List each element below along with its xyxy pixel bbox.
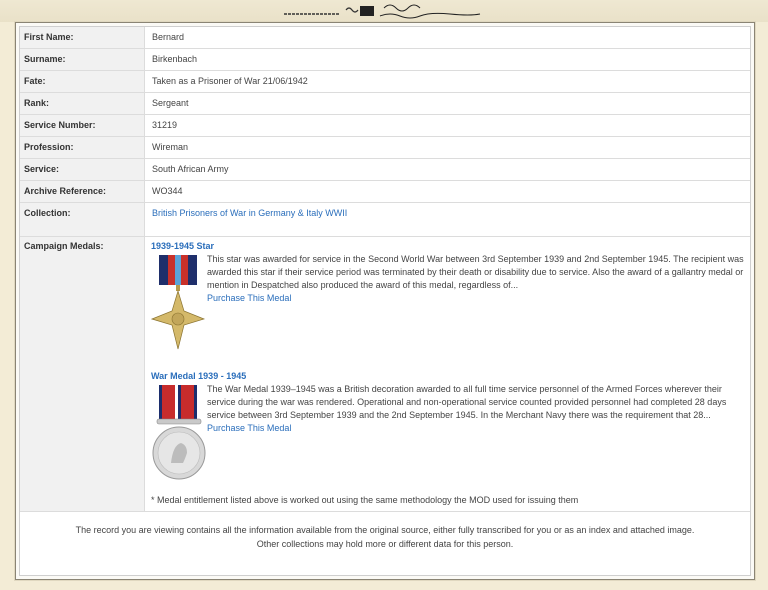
- medal-description: The War Medal 1939–1945 was a British de…: [207, 384, 727, 420]
- collection-link[interactable]: British Prisoners of War in Germany & It…: [152, 208, 347, 218]
- row-label: Collection:: [20, 203, 145, 236]
- row-value: Sergeant: [152, 98, 189, 108]
- row-value: Wireman: [152, 142, 189, 152]
- medal-title-link[interactable]: 1939-1945 Star: [151, 241, 750, 251]
- medal-entry-war-medal: War Medal 1939 - 1945 The War Medal 1939…: [151, 371, 750, 485]
- footer-line-2: Other collections may hold more or diffe…: [256, 539, 514, 549]
- purchase-medal-link[interactable]: Purchase This Medal: [207, 423, 291, 433]
- row-service-number: Service Number: 31219: [20, 115, 750, 137]
- medal-entry-1939-1945-star: 1939-1945 Star This star was awarded for…: [150, 241, 750, 371]
- medals-content: 1939-1945 Star This star was awarded for…: [145, 237, 750, 511]
- row-archive-reference: Archive Reference: WO344: [20, 181, 750, 203]
- medal-description: This star was awarded for service in the…: [207, 254, 744, 290]
- row-label: Service:: [20, 159, 145, 180]
- row-label: First Name:: [20, 27, 145, 48]
- row-value: British Prisoners of War in Germany & It…: [145, 203, 347, 236]
- row-label: Campaign Medals:: [20, 237, 145, 511]
- row-label: Surname:: [20, 49, 145, 70]
- row-label: Service Number:: [20, 115, 145, 136]
- record-frame: First Name: Bernard Surname: Birkenbach …: [15, 22, 755, 580]
- row-surname: Surname: Birkenbach: [20, 49, 750, 71]
- row-value: Taken as a Prisoner of War 21/06/1942: [152, 76, 308, 86]
- row-label: Profession:: [20, 137, 145, 158]
- handwriting-scan-image: [284, 4, 481, 19]
- row-label: Archive Reference:: [20, 181, 145, 202]
- row-fate: Fate: Taken as a Prisoner of War 21/06/1…: [20, 71, 750, 93]
- document-scan-strip: [0, 0, 768, 22]
- row-rank: Rank: Sergeant: [20, 93, 750, 115]
- medal-title-link[interactable]: War Medal 1939 - 1945: [151, 371, 750, 381]
- footer-line-1: The record you are viewing contains all …: [75, 525, 695, 535]
- row-value: Bernard: [152, 32, 185, 42]
- row-label: Rank:: [20, 93, 145, 114]
- medal-footnote: * Medal entitlement listed above is work…: [151, 495, 579, 505]
- row-label: Fate:: [20, 71, 145, 92]
- row-value: South African Army: [152, 164, 229, 174]
- purchase-medal-link[interactable]: Purchase This Medal: [207, 293, 291, 303]
- row-value: Birkenbach: [152, 54, 198, 64]
- record-footer: The record you are viewing contains all …: [20, 512, 750, 551]
- row-collection: Collection: British Prisoners of War in …: [20, 203, 750, 237]
- row-first-name: First Name: Bernard: [20, 27, 750, 49]
- row-service: Service: South African Army: [20, 159, 750, 181]
- star-medal-image: [150, 253, 207, 355]
- row-value: WO344: [152, 186, 183, 196]
- row-campaign-medals: Campaign Medals: 1939-1945 Star This sta…: [20, 237, 750, 512]
- row-value: 31219: [152, 120, 178, 130]
- row-profession: Profession: Wireman: [20, 137, 750, 159]
- record-panel: First Name: Bernard Surname: Birkenbach …: [19, 26, 751, 576]
- war-medal-image: [151, 383, 207, 485]
